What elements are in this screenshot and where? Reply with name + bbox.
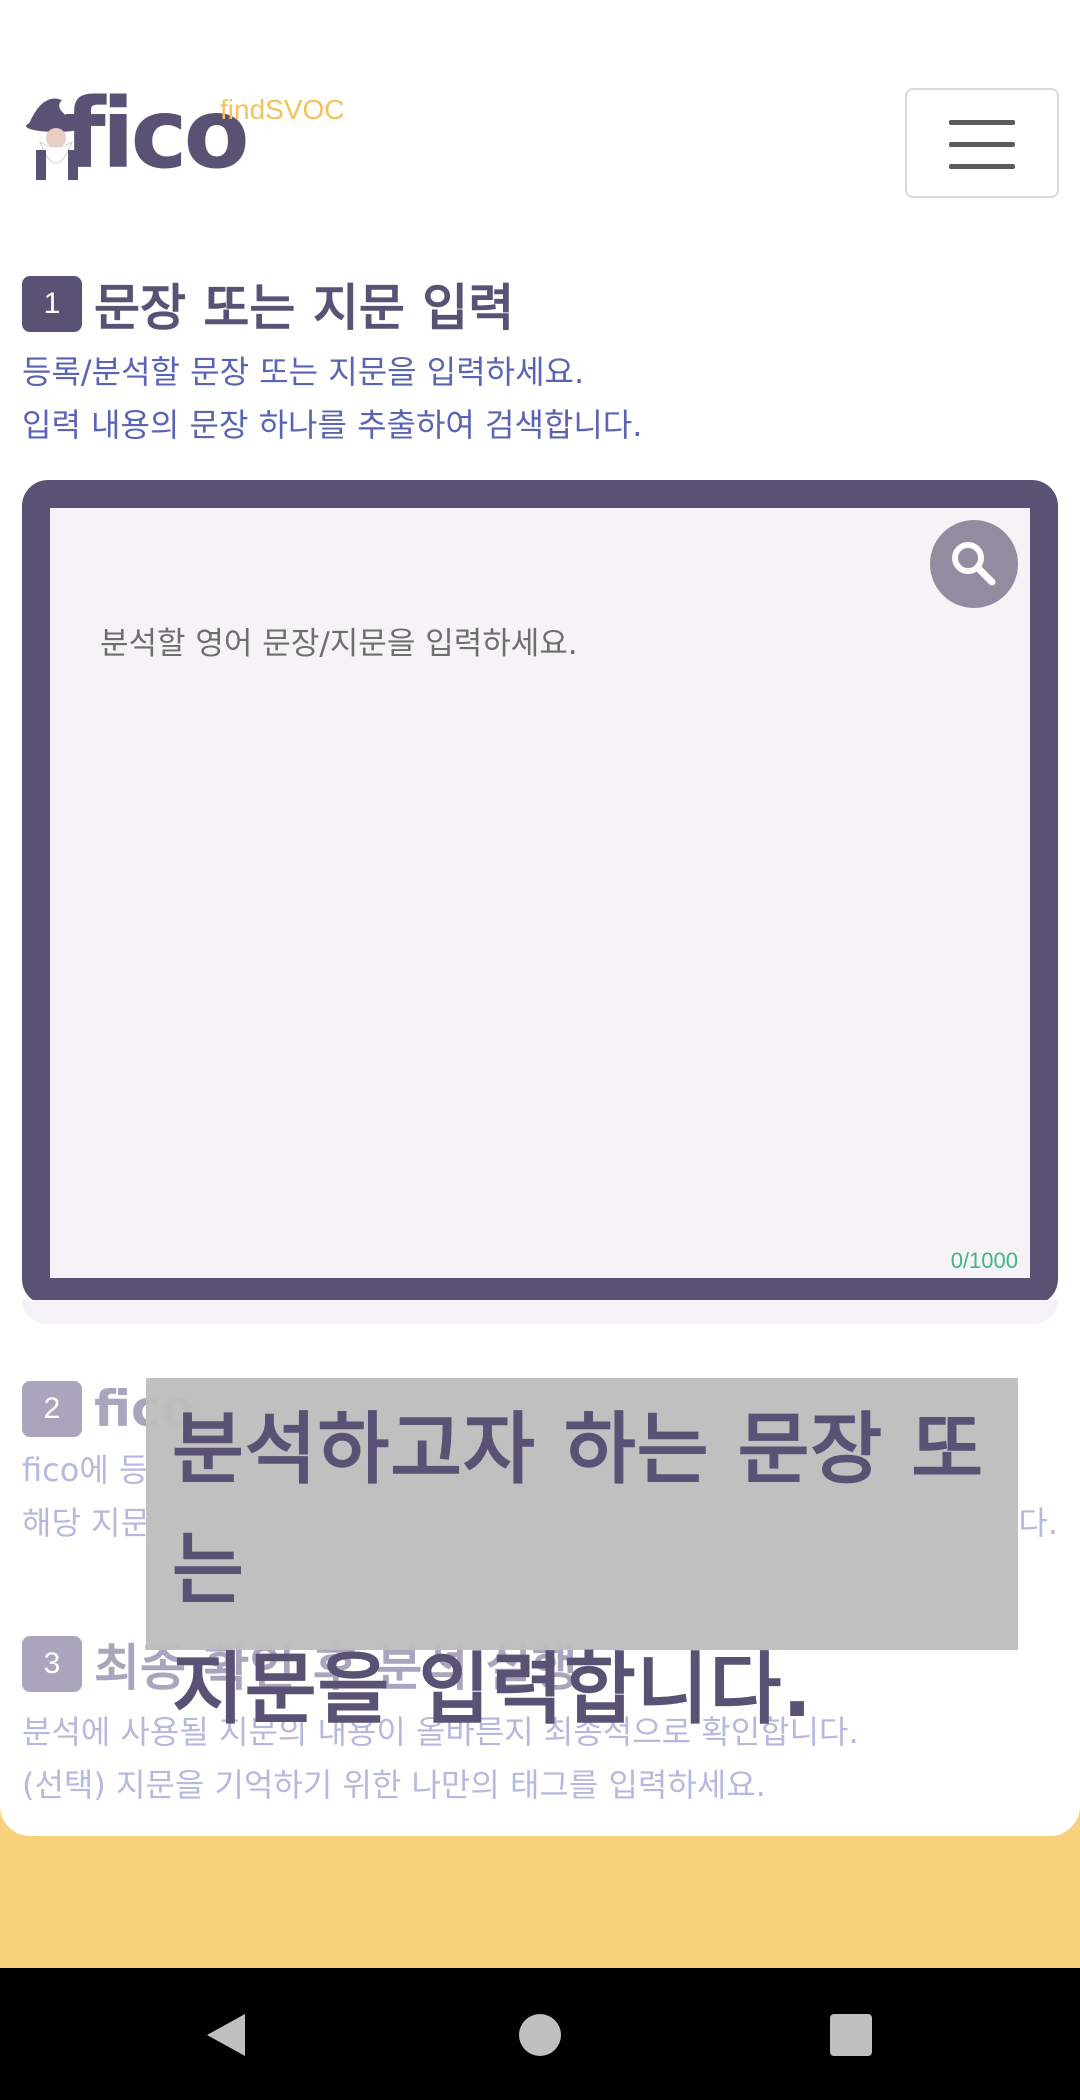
tooltip-line: 지문을 입력합니다. [172, 1645, 813, 1735]
system-navigation-bar [0, 1968, 1080, 2100]
recents-square-icon[interactable] [830, 2014, 872, 2056]
home-circle-icon[interactable] [519, 2014, 561, 2056]
back-triangle-icon[interactable] [205, 2012, 247, 2058]
sentence-input-frame: 분석할 영어 문장/지문을 입력하세요. 0/1000 [22, 480, 1058, 1305]
tooltip-line: 분석하고자 하는 문장 또는 [172, 1405, 985, 1615]
step-number-badge: 2 [22, 1381, 82, 1437]
step-1-section: 1 문장 또는 지문 입력 등록/분석할 문장 또는 지문을 입력하세요. 입력 … [22, 268, 642, 452]
input-placeholder: 분석할 영어 문장/지문을 입력하세요. [100, 626, 578, 662]
step-number-badge: 1 [22, 276, 82, 332]
search-icon [952, 542, 996, 586]
step-title: 문장 또는 지문 입력 [94, 279, 515, 337]
hamburger-menu-icon [949, 120, 1015, 125]
main-card: fico findSVOC 1 문장 또는 지문 입력 등록/분석할 문장 또는 … [0, 0, 1080, 1836]
sentence-input[interactable]: 분석할 영어 문장/지문을 입력하세요. 0/1000 [50, 508, 1030, 1278]
char-counter: 0/1000 [950, 1248, 1018, 1273]
step-number-badge: 3 [22, 1636, 82, 1692]
guide-tooltip[interactable]: 분석하고자 하는 문장 또는 지문을 입력합니다. [146, 1378, 1018, 1735]
logo-wordmark: fico [64, 78, 250, 190]
search-button[interactable] [930, 520, 1018, 608]
menu-button[interactable] [905, 88, 1059, 198]
fico-logo[interactable]: fico findSVOC [22, 78, 352, 192]
step-description: 등록/분석할 문장 또는 지문을 입력하세요. 입력 내용의 문장 하나를 추출… [22, 353, 643, 444]
logo-subtitle: findSVOC [220, 94, 345, 125]
frame-shadow [22, 1300, 1058, 1324]
